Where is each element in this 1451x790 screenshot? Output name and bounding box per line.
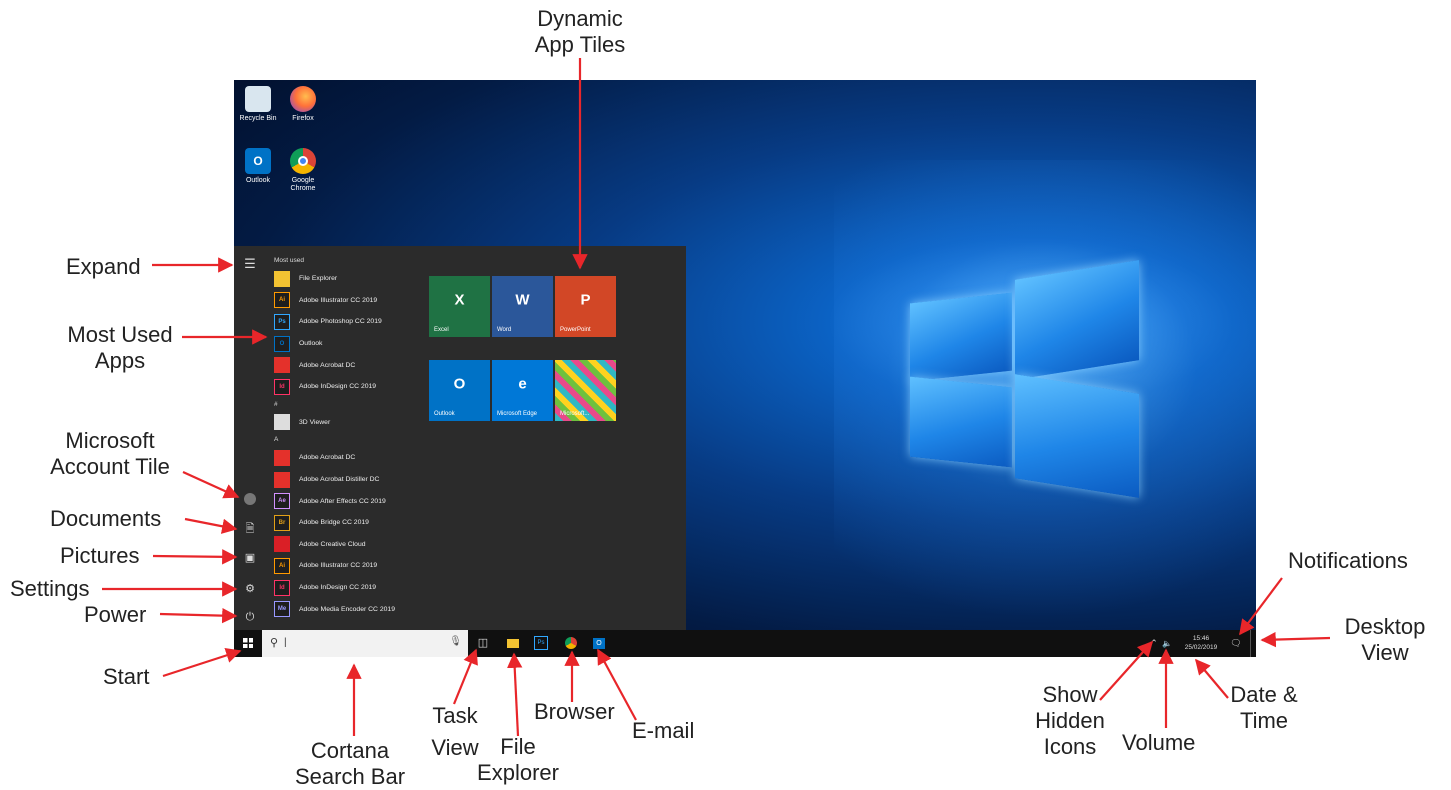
- arrow-desktop-view: [1260, 631, 1331, 648]
- callout-arrows: [102, 58, 1331, 737]
- arrow-power: [159, 607, 238, 624]
- arrow-show-hidden: [1099, 640, 1154, 701]
- arrow-pictures: [152, 549, 238, 565]
- arrow-email: [597, 648, 637, 721]
- arrow-task-view: [452, 648, 478, 705]
- arrow-date-time: [1195, 658, 1229, 699]
- arrow-account: [182, 470, 240, 499]
- arrow-documents: [184, 517, 238, 534]
- arrow-file-explorer: [506, 652, 523, 737]
- arrow-notifications: [1239, 577, 1283, 636]
- arrow-start: [162, 647, 242, 678]
